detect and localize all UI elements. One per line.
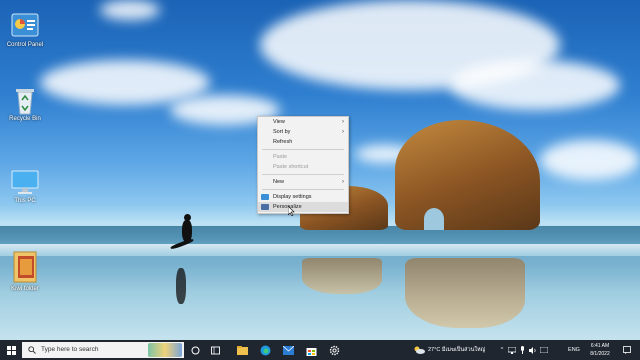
notification-icon[interactable] <box>620 340 634 360</box>
start-button[interactable] <box>0 340 22 360</box>
menu-item-label: Paste <box>273 154 288 160</box>
weather-widget[interactable]: 27°C มีเมฆเป็นส่วนใหญ่ <box>414 340 496 360</box>
menu-item-paste-shortcut: Paste shortcut <box>258 162 348 172</box>
wallpaper-cloud <box>100 0 160 20</box>
menu-separator <box>262 174 344 175</box>
desktop-wallpaper[interactable]: Control Panel Recycle Bin This PC Kiwi f… <box>0 0 640 340</box>
desktop-icon-recycle-bin[interactable]: Recycle Bin <box>2 86 48 122</box>
search-placeholder: Type here to search <box>41 346 99 353</box>
desktop-icon-label: This PC <box>14 198 36 204</box>
desktop-icon-label: Control Panel <box>6 42 44 48</box>
menu-item-label: New <box>273 179 285 185</box>
menu-item-label: Display settings <box>273 194 312 200</box>
settings-icon[interactable] <box>326 340 342 360</box>
taskbar-clock[interactable]: 6:41 AM 8/1/2022 <box>585 342 615 358</box>
desktop-icon-label: Recycle Bin <box>9 116 41 122</box>
submenu-arrow-icon: › <box>342 119 344 125</box>
clock-date: 8/1/2022 <box>590 351 610 357</box>
personalize-icon <box>261 204 269 210</box>
wallpaper-cloud <box>40 60 210 105</box>
keyboard-icon[interactable] <box>539 340 549 360</box>
menu-item-sort-by[interactable]: Sort by › <box>258 127 348 137</box>
folder-icon <box>10 250 40 284</box>
mail-icon[interactable] <box>280 340 296 360</box>
desktop-icon-folder[interactable]: Kiwi folder <box>2 250 48 292</box>
show-hidden-icons-chevron-icon[interactable]: ^ <box>498 340 506 360</box>
display-settings-icon <box>261 194 269 200</box>
search-icon <box>28 346 36 354</box>
submenu-arrow-icon: › <box>342 129 344 135</box>
control-panel-icon <box>10 12 40 40</box>
menu-separator <box>262 149 344 150</box>
rock-small-reflection <box>302 258 382 294</box>
language-indicator[interactable]: ENG <box>566 340 582 360</box>
desktop-icon-this-pc[interactable]: This PC <box>2 168 48 204</box>
desktop-icon-control-panel[interactable]: Control Panel <box>2 12 48 48</box>
mouse-cursor-icon <box>288 206 295 216</box>
wallpaper-cloud <box>540 140 640 180</box>
desktop-context-menu: View › Sort by › Refresh Paste Paste sho… <box>257 116 349 214</box>
menu-item-new[interactable]: New › <box>258 177 348 187</box>
menu-item-label: Sort by <box>273 129 291 135</box>
microphone-icon[interactable] <box>518 340 527 360</box>
menu-item-view[interactable]: View › <box>258 117 348 127</box>
menu-item-label: View <box>273 119 285 125</box>
menu-item-personalize[interactable]: Personalize <box>258 202 348 212</box>
search-highlight-image <box>148 343 182 357</box>
menu-item-label: Paste shortcut <box>273 164 309 170</box>
weather-text: 27°C มีเมฆเป็นส่วนใหญ่ <box>428 347 486 353</box>
weather-cloud-icon <box>414 346 425 354</box>
rock-arch-hole <box>424 208 444 230</box>
volume-icon[interactable] <box>528 340 538 360</box>
menu-item-paste: Paste <box>258 152 348 162</box>
task-view-icon[interactable] <box>188 340 202 360</box>
runner-reflection <box>176 268 186 304</box>
recycle-bin-icon <box>10 86 40 115</box>
taskbar-search-box[interactable]: Type here to search <box>22 342 184 358</box>
edge-icon[interactable] <box>257 340 273 360</box>
language-text: ENG <box>568 347 580 353</box>
taskbar: Type here to search 27°C มีเมฆเป็นส่วนให… <box>0 340 640 360</box>
network-icon[interactable] <box>507 340 517 360</box>
this-pc-icon <box>10 168 40 196</box>
windows-logo-icon <box>6 345 16 355</box>
runner-head <box>184 214 191 221</box>
wallpaper-cloud <box>450 60 620 110</box>
clock-time: 6:41 AM <box>590 343 610 349</box>
rock-arch-reflection <box>405 258 525 328</box>
surf-line <box>0 244 640 256</box>
menu-separator <box>262 189 344 190</box>
menu-item-refresh[interactable]: Refresh <box>258 137 348 147</box>
desktop-icon-label: Kiwi folder <box>11 286 39 292</box>
widgets-icon[interactable] <box>208 340 222 360</box>
menu-item-label: Refresh <box>273 139 293 145</box>
file-explorer-icon[interactable] <box>234 340 250 360</box>
submenu-arrow-icon: › <box>342 179 344 185</box>
store-icon[interactable] <box>303 340 319 360</box>
rock-arch <box>395 120 540 230</box>
menu-item-display-settings[interactable]: Display settings <box>258 192 348 202</box>
